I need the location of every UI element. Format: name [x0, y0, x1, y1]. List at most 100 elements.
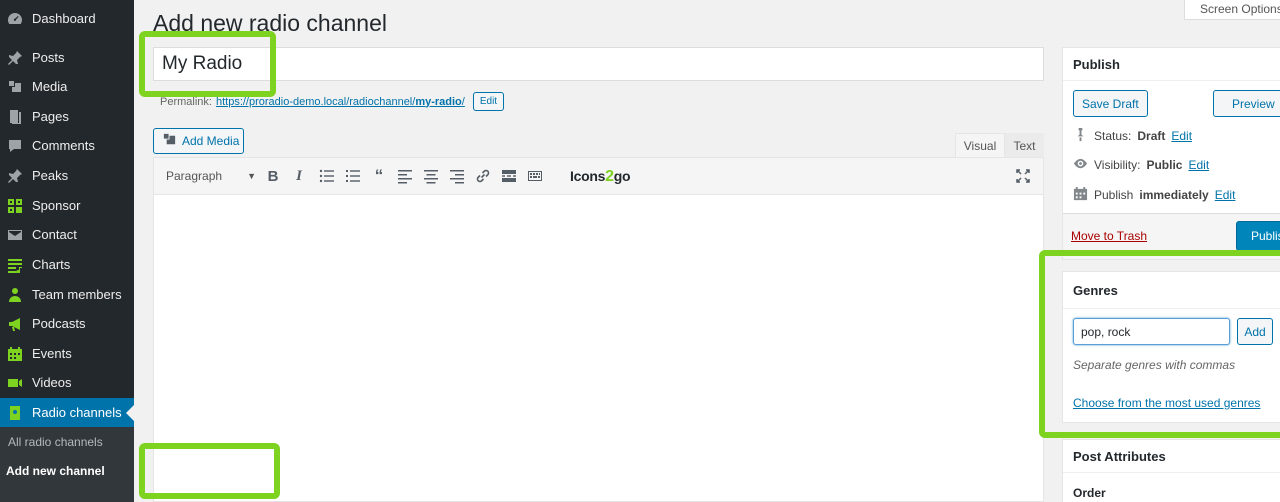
publish-button[interactable]: Publish	[1236, 221, 1280, 251]
icons2go-button[interactable]: Icons2go	[570, 168, 630, 186]
active-arrow	[126, 404, 134, 421]
order-label: Order	[1073, 486, 1106, 500]
status-label: Status:	[1094, 129, 1132, 143]
publish-date-edit-link[interactable]: Edit	[1215, 188, 1236, 202]
post-attributes-title: Post Attributes	[1063, 440, 1280, 473]
sidebar-item-media[interactable]: Media	[0, 72, 134, 101]
publish-date-value: immediately	[1139, 188, 1209, 202]
status-row: Status: Draft Edit	[1073, 127, 1192, 145]
sidebar-item-label: Peaks	[32, 168, 69, 183]
pin-icon	[7, 50, 23, 66]
align-right-icon[interactable]	[448, 167, 466, 185]
calendar-icon	[1073, 186, 1088, 204]
visibility-label: Visibility:	[1094, 158, 1141, 172]
person-icon	[7, 287, 23, 303]
page-title: Add new radio channel	[153, 10, 387, 36]
visibility-row: Visibility: Public Edit	[1073, 156, 1209, 174]
icons2go-logo-a: Icons	[570, 168, 606, 184]
visibility-edit-link[interactable]: Edit	[1188, 158, 1209, 172]
bullet-list-icon[interactable]	[318, 167, 336, 185]
publish-date-label: Publish	[1094, 188, 1134, 202]
sidebar-item-label: Podcasts	[32, 316, 86, 331]
permalink-base: https://proradio-demo.local/radiochannel…	[215, 95, 416, 108]
chevron-down-icon: ▼	[247, 171, 256, 181]
sidebar-item-charts[interactable]: Charts	[0, 250, 134, 279]
sidebar-item-peaks[interactable]: Peaks	[0, 161, 134, 190]
tab-visual[interactable]: Visual	[955, 133, 1005, 158]
sidebar-item-label: Sponsor	[32, 198, 81, 213]
sidebar-item-label: Media	[32, 79, 68, 94]
genre-help-text: Separate genres with commas	[1073, 358, 1236, 372]
add-media-button[interactable]: Add Media	[153, 128, 244, 154]
read-more-icon[interactable]	[500, 167, 518, 185]
editor-toolbar: Paragraph ▼ B I “ Icons2go	[154, 158, 1043, 195]
genre-input[interactable]	[1073, 318, 1230, 345]
fullscreen-icon[interactable]	[1014, 167, 1032, 185]
permalink-edit-button[interactable]: Edit	[472, 92, 505, 111]
permalink-link[interactable]: https://proradio-demo.local/radiochannel…	[216, 96, 465, 108]
submenu-add-new-channel[interactable]: Add new channel	[0, 446, 134, 500]
envelope-icon	[7, 227, 23, 243]
permalink-slug: my-radio	[415, 95, 462, 108]
megaphone-icon	[7, 316, 23, 332]
sidebar-item-label: Videos	[32, 375, 72, 390]
sidebar-item-team-members[interactable]: Team members	[0, 280, 134, 309]
sidebar-item-podcasts[interactable]: Podcasts	[0, 309, 134, 338]
link-icon[interactable]	[474, 167, 492, 185]
sidebar-item-contact[interactable]: Contact	[0, 220, 134, 249]
admin-sidebar: Dashboard Posts Media Pages Comments Pea…	[0, 0, 134, 502]
publish-date-row: Publish immediately Edit	[1073, 186, 1235, 204]
media-icon	[7, 79, 23, 95]
video-icon	[7, 375, 23, 391]
keyboard-icon[interactable]	[526, 167, 544, 185]
pages-icon	[7, 109, 23, 125]
sidebar-item-label: Dashboard	[32, 11, 96, 26]
save-draft-button[interactable]: Save Draft	[1073, 90, 1148, 117]
format-select-value: Paragraph	[166, 169, 223, 183]
sidebar-item-label: Radio channels	[32, 405, 122, 420]
publish-panel: Publish Save Draft Preview Status: Draft…	[1062, 47, 1280, 260]
genres-panel: Genres Add Separate genres with commas C…	[1062, 271, 1280, 423]
sidebar-item-videos[interactable]: Videos	[0, 368, 134, 397]
sidebar-item-label: Charts	[32, 257, 71, 272]
dashboard-icon	[7, 11, 23, 27]
visibility-value: Public	[1146, 158, 1183, 172]
publish-actions: Move to Trash Publish	[1063, 213, 1280, 259]
sidebar-item-radio-channels[interactable]: Radio channels	[0, 398, 134, 427]
sidebar-item-label: Posts	[32, 50, 65, 65]
sidebar-item-label: Pages	[32, 109, 69, 124]
sidebar-item-events[interactable]: Events	[0, 339, 134, 368]
sidebar-item-sponsor[interactable]: Sponsor	[0, 191, 134, 220]
align-center-icon[interactable]	[422, 167, 440, 185]
icons2go-logo-c: go	[613, 168, 631, 184]
move-to-trash-link[interactable]: Move to Trash	[1071, 229, 1147, 243]
genre-add-button[interactable]: Add	[1237, 318, 1273, 345]
sidebar-item-comments[interactable]: Comments	[0, 131, 134, 160]
permalink-end: /	[461, 95, 465, 108]
format-select[interactable]: Paragraph ▼	[166, 169, 256, 183]
permalink-row: Permalink: https://proradio-demo.local/r…	[160, 92, 505, 111]
sidebar-item-label: Comments	[32, 138, 95, 153]
italic-icon[interactable]: I	[290, 167, 308, 185]
screen-options-button[interactable]: Screen Options	[1184, 0, 1280, 20]
choose-genres-link[interactable]: Choose from the most used genres	[1073, 396, 1260, 410]
preview-button[interactable]: Preview	[1213, 90, 1280, 117]
post-attributes-panel: Post Attributes Order	[1062, 439, 1280, 502]
genres-panel-title: Genres	[1063, 272, 1280, 309]
submenu-add-label: Add new channel	[6, 464, 105, 478]
tab-text[interactable]: Text	[1005, 133, 1044, 158]
sidebar-item-dashboard[interactable]: Dashboard	[0, 4, 134, 33]
content-editor[interactable]: Paragraph ▼ B I “ Icons2go	[153, 157, 1044, 502]
sidebar-item-posts[interactable]: Posts	[0, 43, 134, 72]
sidebar-item-pages[interactable]: Pages	[0, 102, 134, 131]
bold-icon[interactable]: B	[264, 167, 282, 185]
add-media-label: Add Media	[182, 134, 240, 148]
status-edit-link[interactable]: Edit	[1171, 129, 1192, 143]
blockquote-icon[interactable]: “	[370, 166, 388, 185]
radio-icon	[7, 405, 23, 421]
align-left-icon[interactable]	[396, 167, 414, 185]
sidebar-item-label: Contact	[32, 227, 77, 242]
numbered-list-icon[interactable]	[344, 167, 362, 185]
post-title-input[interactable]	[153, 47, 1044, 81]
eye-icon	[1073, 156, 1088, 174]
